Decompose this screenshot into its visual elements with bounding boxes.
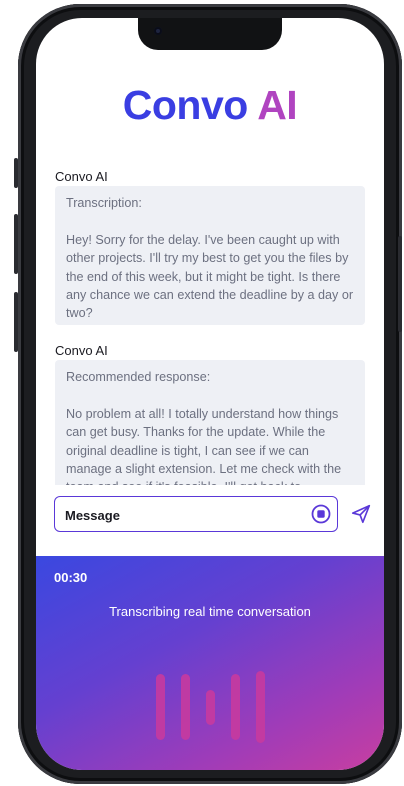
recording-timer: 00:30 (54, 570, 88, 585)
recording-panel: 00:30 Transcribing real time conversatio… (36, 556, 384, 770)
waveform-bar (255, 671, 265, 743)
send-icon[interactable] (350, 503, 372, 525)
bubble-heading: Recommended response: (66, 370, 211, 384)
stop-circle-icon[interactable] (311, 504, 331, 524)
volume-down-button (14, 292, 18, 352)
bubble-body: No problem at all! I totally understand … (66, 406, 342, 485)
notch (138, 18, 282, 50)
app-title-word-1: Convo (122, 82, 249, 128)
front-camera (154, 27, 162, 35)
volume-up-button (14, 214, 18, 274)
app-title-word-2: AI (257, 82, 298, 128)
recommended-response-bubble: Recommended response: No problem at all!… (55, 360, 365, 485)
silent-switch (14, 158, 18, 188)
app-title: Convo AI (36, 82, 384, 129)
message-sender: Convo AI (55, 169, 108, 184)
bubble-heading: Transcription: (66, 196, 142, 210)
waveform-bar (230, 674, 240, 740)
waveform-bar (205, 689, 215, 725)
waveform-bar (180, 674, 190, 740)
message-input[interactable] (65, 505, 295, 525)
message-field[interactable] (54, 496, 338, 532)
app-screen: Convo AI Convo AI Transcription: Hey! So… (36, 18, 384, 770)
recording-status: Transcribing real time conversation (109, 604, 311, 619)
message-sender: Convo AI (55, 343, 108, 358)
composer (54, 496, 372, 532)
conversation-list[interactable]: Convo AI Transcription: Hey! Sorry for t… (36, 163, 384, 485)
waveform-bar (155, 674, 165, 740)
bubble-body: Hey! Sorry for the delay. I've been caug… (66, 232, 354, 321)
transcription-bubble: Transcription: Hey! Sorry for the delay.… (55, 186, 365, 325)
power-button (398, 236, 402, 332)
audio-waveform (36, 671, 384, 751)
